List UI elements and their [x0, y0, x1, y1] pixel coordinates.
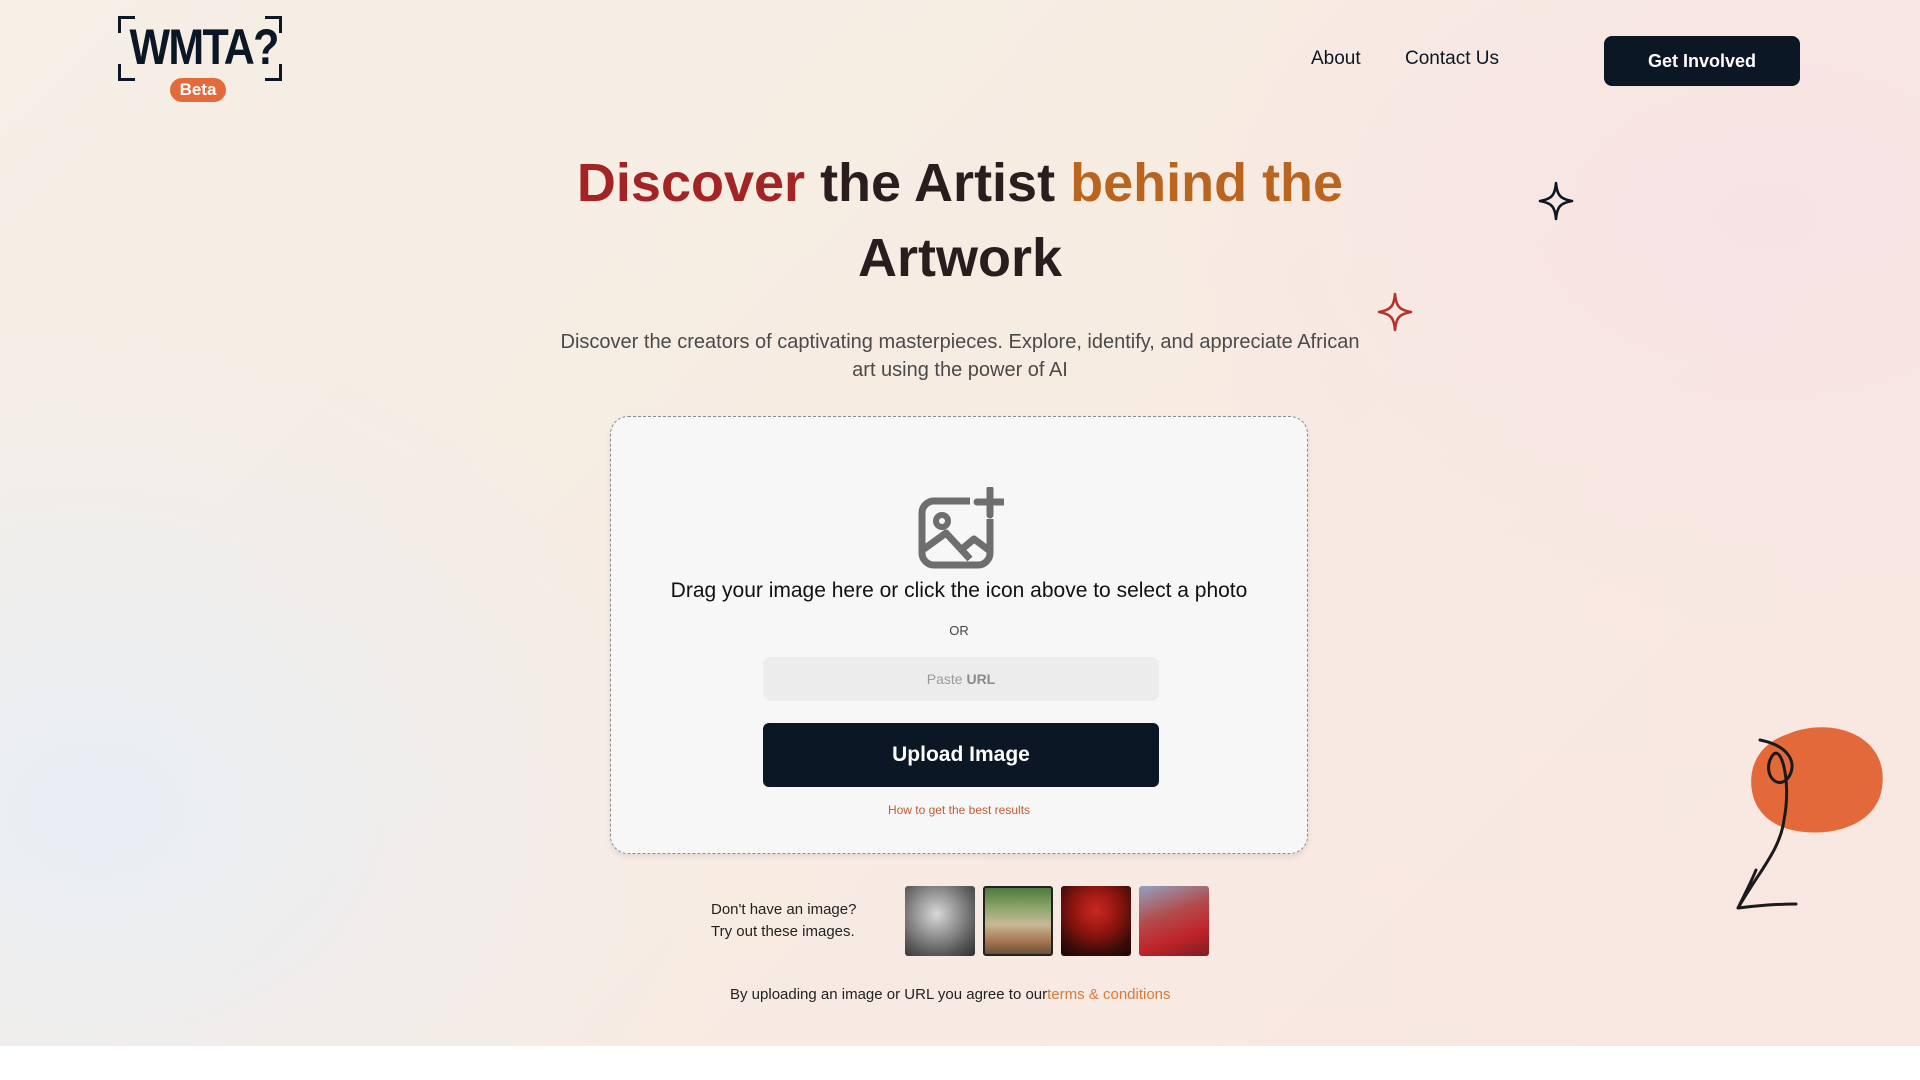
hero-title-part: behind the — [1070, 153, 1344, 213]
sample-image-thumbnail[interactable] — [1139, 886, 1209, 956]
hero-title-part: Artwork — [857, 228, 1063, 288]
logo[interactable]: WMTA? Beta — [118, 14, 282, 104]
hero-title-part: the Artist — [820, 153, 1056, 213]
sample-prompt-line: Try out these images. — [711, 923, 855, 940]
hero-title-part: Discover — [576, 153, 806, 213]
sample-images-prompt: Don't have an image? Try out these image… — [711, 899, 856, 943]
sparkle-icon — [1538, 181, 1574, 221]
sample-image-thumbnail[interactable] — [1061, 886, 1131, 956]
terms-text: By uploading an image or URL you agree t… — [730, 986, 1048, 1003]
beta-badge: Beta — [170, 78, 226, 102]
drag-instructions: Drag your image here or click the icon a… — [670, 579, 1248, 602]
best-results-link[interactable]: How to get the best results — [611, 803, 1307, 817]
page: WMTA? Beta About Contact Us Get Involved… — [0, 0, 1920, 1046]
terms-link[interactable]: terms & conditions — [1047, 986, 1170, 1003]
sample-prompt-line: Don't have an image? — [711, 901, 857, 918]
sample-image-thumbnail[interactable] — [905, 886, 975, 956]
sample-image-thumbnail[interactable] — [983, 886, 1053, 956]
footer-strip — [0, 1046, 1920, 1080]
hero-subtitle: Discover the creators of captivating mas… — [560, 331, 1360, 381]
get-involved-button[interactable]: Get Involved — [1604, 36, 1800, 86]
terms-notice: By uploading an image or URL you agree t… — [730, 986, 1171, 1003]
add-image-icon[interactable] — [918, 487, 1004, 571]
nav-contact-link[interactable]: Contact Us — [1405, 48, 1499, 70]
upload-image-button[interactable]: Upload Image — [763, 723, 1159, 787]
arrow-blob-decoration — [1736, 727, 1883, 910]
upload-dropzone[interactable]: Drag your image here or click the icon a… — [610, 416, 1308, 854]
hero-title: Discover the Artist behind the Artwork — [460, 146, 1460, 296]
logo-text: WMTA? — [129, 19, 279, 75]
or-separator: OR — [949, 623, 969, 638]
sparkle-icon — [1377, 292, 1413, 332]
url-input[interactable] — [763, 657, 1159, 701]
nav-about-link[interactable]: About — [1311, 48, 1361, 70]
